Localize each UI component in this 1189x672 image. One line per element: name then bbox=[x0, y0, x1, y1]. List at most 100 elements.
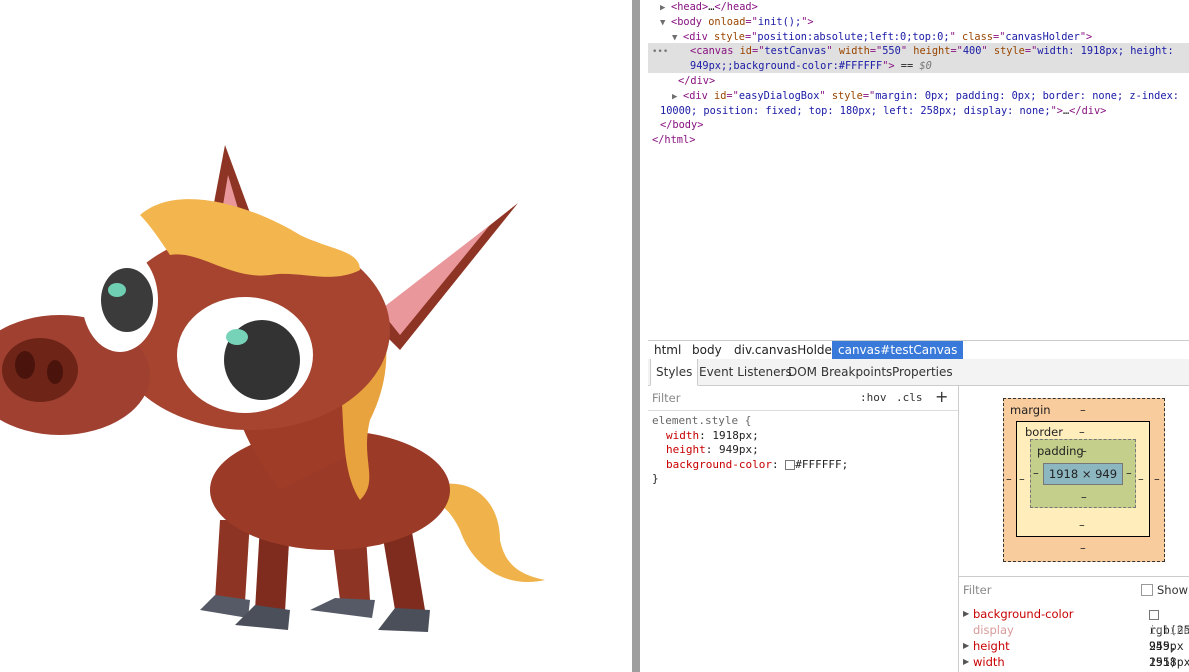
styles-filter-input[interactable]: Filter bbox=[652, 391, 680, 405]
padding-top-value[interactable]: – bbox=[1081, 444, 1087, 458]
color-swatch-icon[interactable] bbox=[785, 459, 796, 470]
canvas-area[interactable] bbox=[0, 0, 632, 672]
expand-arrow-icon[interactable]: ▶ bbox=[963, 654, 969, 670]
dom-node-line[interactable]: <canvas id="testCanvas" width="550" heig… bbox=[690, 44, 1174, 59]
dom-token: id bbox=[739, 45, 753, 58]
cls-toggle-button[interactable]: .cls bbox=[896, 391, 923, 404]
dom-token: "> bbox=[801, 15, 814, 28]
dom-token: " bbox=[981, 45, 994, 58]
property-value[interactable]: #FFFFFF; bbox=[795, 458, 848, 471]
margin-top-value[interactable]: – bbox=[1080, 403, 1086, 417]
dom-token: <body bbox=[671, 15, 709, 28]
collapse-arrow-icon[interactable]: ▼ bbox=[660, 16, 671, 31]
dom-token: </body> bbox=[660, 119, 704, 132]
property-name[interactable]: width bbox=[666, 429, 699, 442]
rule-width[interactable]: width: 1918px; bbox=[652, 429, 848, 444]
computed-row-display[interactable]: display inline bbox=[959, 622, 1189, 638]
border-right-value[interactable]: – bbox=[1138, 472, 1144, 486]
rule-height[interactable]: height: 949px; bbox=[652, 443, 848, 458]
dom-token: </head> bbox=[714, 1, 758, 13]
property-value[interactable]: 949px; bbox=[719, 443, 759, 456]
expand-arrow-icon[interactable]: ▶ bbox=[963, 638, 969, 654]
margin-right-value[interactable]: – bbox=[1154, 472, 1160, 486]
devtools-panel: ••• ▶ <head>…</head> ▼ <body onload="init()… bbox=[640, 0, 1189, 672]
tab-styles[interactable]: Styles bbox=[650, 359, 699, 386]
dom-token: =" bbox=[862, 89, 876, 102]
dom-token: =" bbox=[726, 89, 739, 102]
computed-name: height bbox=[973, 639, 1010, 653]
dom-node-line[interactable]: </body> bbox=[660, 118, 703, 133]
expand-arrow-icon[interactable]: ▶ bbox=[660, 1, 671, 16]
dom-node-line[interactable]: ▶ <head>…</head> bbox=[660, 0, 758, 16]
rule-selector: element.style { bbox=[652, 414, 752, 427]
box-model-diagram: margin – – – – border – – – – padding – … bbox=[1003, 398, 1165, 562]
more-dots-icon[interactable]: ••• bbox=[652, 45, 668, 60]
dom-token: "> bbox=[882, 60, 895, 73]
padding-bottom-value[interactable]: – bbox=[1081, 490, 1087, 504]
color-swatch-icon[interactable] bbox=[1149, 609, 1159, 620]
expand-arrow-icon[interactable]: ▶ bbox=[672, 90, 683, 105]
computed-properties: Filter Show ▶ background-color rgb(255, … bbox=[959, 576, 1189, 672]
dom-node-line[interactable]: </html> bbox=[652, 133, 695, 148]
border-bottom-value[interactable]: – bbox=[1079, 518, 1085, 532]
dom-token: 949px;;background-color:#FFFFFF bbox=[690, 60, 883, 73]
add-rule-button[interactable]: + bbox=[935, 387, 948, 406]
padding-left-value[interactable]: – bbox=[1033, 466, 1039, 480]
hov-toggle-button[interactable]: :hov bbox=[860, 391, 887, 404]
dom-token: " bbox=[900, 45, 914, 58]
computed-row-background-color[interactable]: ▶ background-color rgb(255, 255, 255) bbox=[959, 606, 1189, 669]
dom-node-line[interactable]: 949px;;background-color:#FFFFFF"> == $0 bbox=[690, 59, 932, 74]
collapse-arrow-icon[interactable]: ▼ bbox=[672, 31, 683, 46]
dom-token: =" bbox=[950, 45, 963, 58]
dom-token: easyDialogBox bbox=[738, 89, 820, 102]
breadcrumb-body[interactable]: body bbox=[686, 341, 728, 359]
padding-right-value[interactable]: – bbox=[1126, 466, 1132, 480]
computed-filter-input[interactable]: Filter bbox=[963, 583, 991, 597]
margin-left-value[interactable]: – bbox=[1006, 472, 1012, 486]
tab-event-listeners[interactable]: Event Listeners bbox=[694, 359, 797, 385]
computed-value: 949px bbox=[1149, 639, 1184, 653]
dom-token: =" bbox=[993, 30, 1006, 43]
dom-node-line[interactable]: </div> bbox=[678, 74, 715, 89]
dom-token: == bbox=[894, 60, 920, 73]
border-top-value[interactable]: – bbox=[1079, 425, 1085, 439]
dom-node-line[interactable]: 10000; position: fixed; top: 180px; left… bbox=[660, 104, 1106, 119]
dom-token: <head> bbox=[671, 1, 709, 13]
breadcrumb-div-canvasholder[interactable]: div.canvasHolder bbox=[728, 341, 843, 359]
dom-node-line[interactable]: ▶ <div id="easyDialogBox" style="margin: … bbox=[672, 89, 1179, 105]
dom-token: class bbox=[962, 30, 993, 43]
property-value[interactable]: 1918px; bbox=[712, 429, 758, 442]
computed-row-width[interactable]: ▶ width 1918px bbox=[959, 654, 1189, 670]
dom-token: height bbox=[913, 45, 951, 58]
dom-token: 400 bbox=[962, 45, 982, 58]
margin-bottom-value[interactable]: – bbox=[1080, 541, 1086, 555]
tab-dom-breakpoints[interactable]: DOM Breakpoints bbox=[783, 359, 897, 385]
dom-token: </div> bbox=[678, 75, 716, 87]
computed-value: inline bbox=[1149, 623, 1189, 637]
rule-background-color[interactable]: background-color: #FFFFFF; bbox=[652, 458, 848, 473]
border-label: border bbox=[1025, 425, 1063, 439]
breadcrumb-html[interactable]: html bbox=[648, 341, 687, 359]
devtools-splitter[interactable] bbox=[632, 0, 640, 672]
dom-node-line[interactable]: ▼ <body onload="init();"> bbox=[660, 15, 814, 31]
breadcrumb-canvas-testcanvas[interactable]: canvas#testCanvas bbox=[832, 341, 964, 359]
computed-value: 1918px bbox=[1149, 655, 1189, 669]
dom-token: "> bbox=[1079, 30, 1093, 43]
box-model-border: border – – – – padding – – – – 1918 × 94… bbox=[1016, 421, 1150, 537]
padding-label: padding bbox=[1037, 444, 1084, 458]
rule-close: } bbox=[652, 472, 659, 485]
dom-token: =" bbox=[1024, 45, 1038, 58]
property-name[interactable]: background-color bbox=[666, 458, 772, 471]
box-model-content-size[interactable]: 1918 × 949 bbox=[1043, 463, 1123, 485]
property-name[interactable]: height bbox=[666, 443, 706, 456]
border-left-value[interactable]: – bbox=[1019, 472, 1025, 486]
margin-label: margin bbox=[1010, 403, 1051, 417]
dom-token: <canvas bbox=[690, 45, 740, 58]
elements-tree[interactable]: ••• ▶ <head>…</head> ▼ <body onload="init()… bbox=[648, 0, 1189, 340]
pony-illustration bbox=[0, 145, 545, 632]
dom-node-line[interactable]: ▼ <div style="position:absolute;left:0;to… bbox=[672, 30, 1092, 46]
expand-arrow-icon[interactable]: ▶ bbox=[963, 606, 969, 622]
computed-row-height[interactable]: ▶ height 949px bbox=[959, 638, 1189, 654]
tab-properties[interactable]: Properties bbox=[887, 359, 958, 385]
show-all-checkbox[interactable] bbox=[1141, 584, 1153, 596]
